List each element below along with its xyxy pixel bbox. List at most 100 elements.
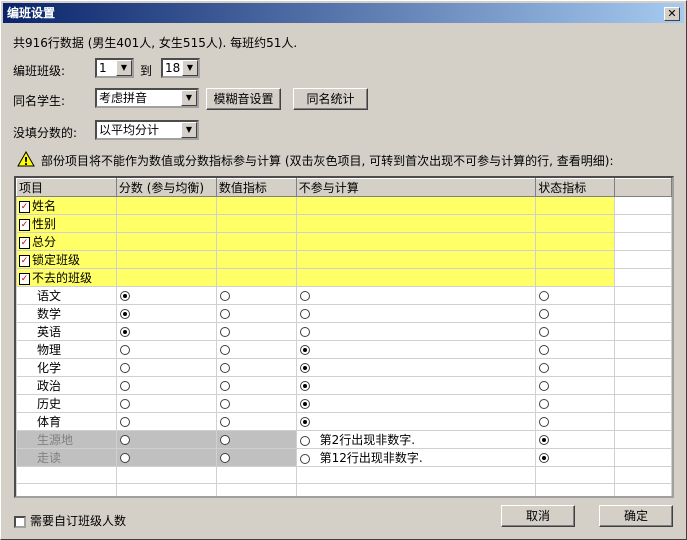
radio-button[interactable]	[299, 417, 310, 427]
radio-button[interactable]	[119, 453, 130, 463]
radio-button[interactable]	[299, 453, 310, 464]
radio-button[interactable]	[119, 381, 130, 391]
table-row[interactable]: ✓ 不去的班级	[16, 268, 672, 287]
cell[interactable]: 第2行出现非数字.	[295, 430, 537, 449]
radio-button[interactable]	[219, 291, 230, 301]
cell[interactable]	[115, 412, 217, 431]
ok-button[interactable]: 确定	[599, 505, 673, 527]
chevron-down-icon[interactable]: ▼	[181, 122, 197, 138]
custom-count-checkbox[interactable]: 需要自订班级人数	[14, 512, 126, 529]
class-from-select[interactable]: 1 ▼	[95, 58, 134, 78]
cell[interactable]	[115, 304, 217, 323]
table-row[interactable]: 历史	[16, 394, 672, 413]
table-row[interactable]: 语文	[16, 286, 672, 305]
cell[interactable]: 第12行出现非数字.	[295, 448, 537, 467]
table-row[interactable]: 生源地 第2行出现非数字.	[16, 430, 672, 449]
table-row[interactable]: 政治	[16, 376, 672, 395]
checkbox[interactable]	[14, 515, 26, 528]
chevron-down-icon[interactable]: ▼	[181, 90, 197, 106]
cell[interactable]	[115, 448, 217, 467]
cell[interactable]	[115, 358, 217, 377]
table-row[interactable]: 体育	[16, 412, 672, 431]
table-row[interactable]: 物理	[16, 340, 672, 359]
radio-button[interactable]	[299, 309, 310, 319]
cell[interactable]	[535, 412, 616, 431]
cell[interactable]	[295, 376, 537, 395]
column-header[interactable]: 项目	[16, 178, 117, 197]
radio-button[interactable]	[119, 309, 130, 319]
radio-button[interactable]	[299, 399, 310, 409]
radio-button[interactable]	[539, 345, 550, 355]
radio-button[interactable]	[119, 435, 130, 445]
radio-button[interactable]	[219, 453, 230, 463]
missing-score-select[interactable]: 以平均分计 ▼	[95, 120, 199, 140]
radio-button[interactable]	[299, 381, 310, 391]
class-to-select[interactable]: 18 ▼	[161, 58, 200, 78]
cell[interactable]	[295, 340, 537, 359]
radio-button[interactable]	[119, 345, 130, 355]
cell[interactable]	[535, 286, 616, 305]
cancel-button[interactable]: 取消	[501, 505, 575, 527]
cell[interactable]	[215, 376, 297, 395]
same-name-stats-button[interactable]: 同名统计	[293, 88, 368, 110]
fuzzy-sound-button[interactable]: 模糊音设置	[206, 88, 281, 110]
cell[interactable]	[215, 322, 297, 341]
radio-button[interactable]	[539, 417, 550, 427]
cell[interactable]	[535, 358, 616, 377]
radio-button[interactable]	[119, 327, 130, 337]
cell[interactable]	[295, 286, 537, 305]
radio-button[interactable]	[219, 417, 230, 427]
cell[interactable]	[215, 358, 297, 377]
cell[interactable]	[295, 412, 537, 431]
cell[interactable]	[215, 286, 297, 305]
cell[interactable]	[215, 430, 297, 449]
radio-button[interactable]	[219, 345, 230, 355]
table-row[interactable]: ✓ 总分	[16, 232, 672, 251]
radio-button[interactable]	[219, 363, 230, 373]
table-row[interactable]: 英语	[16, 322, 672, 341]
radio-button[interactable]	[539, 399, 550, 409]
cell[interactable]	[215, 340, 297, 359]
cell[interactable]	[115, 430, 217, 449]
table-row[interactable]: 走读 第12行出现非数字.	[16, 448, 672, 467]
cell[interactable]	[115, 394, 217, 413]
cell[interactable]	[535, 304, 616, 323]
cell[interactable]	[215, 448, 297, 467]
cell[interactable]	[215, 394, 297, 413]
cell[interactable]	[115, 340, 217, 359]
radio-button[interactable]	[539, 291, 550, 301]
radio-button[interactable]	[219, 381, 230, 391]
cell[interactable]	[295, 358, 537, 377]
cell[interactable]	[535, 394, 616, 413]
radio-button[interactable]	[119, 291, 130, 301]
cell[interactable]	[115, 322, 217, 341]
column-header[interactable]: 数值指标	[215, 178, 297, 197]
radio-button[interactable]	[219, 327, 230, 337]
radio-button[interactable]	[299, 327, 310, 337]
close-button[interactable]: ✕	[664, 7, 680, 21]
table-row[interactable]: ✓ 性别	[16, 214, 672, 233]
chevron-down-icon[interactable]: ▼	[116, 60, 132, 76]
cell[interactable]	[535, 376, 616, 395]
table-row[interactable]: 化学	[16, 358, 672, 377]
table-row[interactable]: ✓ 姓名	[16, 196, 672, 215]
cell[interactable]	[215, 304, 297, 323]
same-name-select[interactable]: 考虑拼音 ▼	[95, 88, 199, 108]
cell[interactable]	[535, 448, 616, 467]
radio-button[interactable]	[539, 381, 550, 391]
radio-button[interactable]	[219, 399, 230, 409]
column-header[interactable]: 状态指标	[535, 178, 616, 197]
radio-button[interactable]	[539, 309, 550, 319]
radio-button[interactable]	[219, 309, 230, 319]
cell[interactable]	[115, 286, 217, 305]
column-header[interactable]: 不参与计算	[295, 178, 537, 197]
radio-button[interactable]	[219, 435, 230, 445]
radio-button[interactable]	[539, 435, 550, 445]
radio-button[interactable]	[299, 291, 310, 301]
cell[interactable]	[295, 322, 537, 341]
cell[interactable]	[295, 304, 537, 323]
table-row[interactable]: ✓ 锁定班级	[16, 250, 672, 269]
radio-button[interactable]	[299, 435, 310, 446]
radio-button[interactable]	[119, 399, 130, 409]
cell[interactable]	[295, 394, 537, 413]
